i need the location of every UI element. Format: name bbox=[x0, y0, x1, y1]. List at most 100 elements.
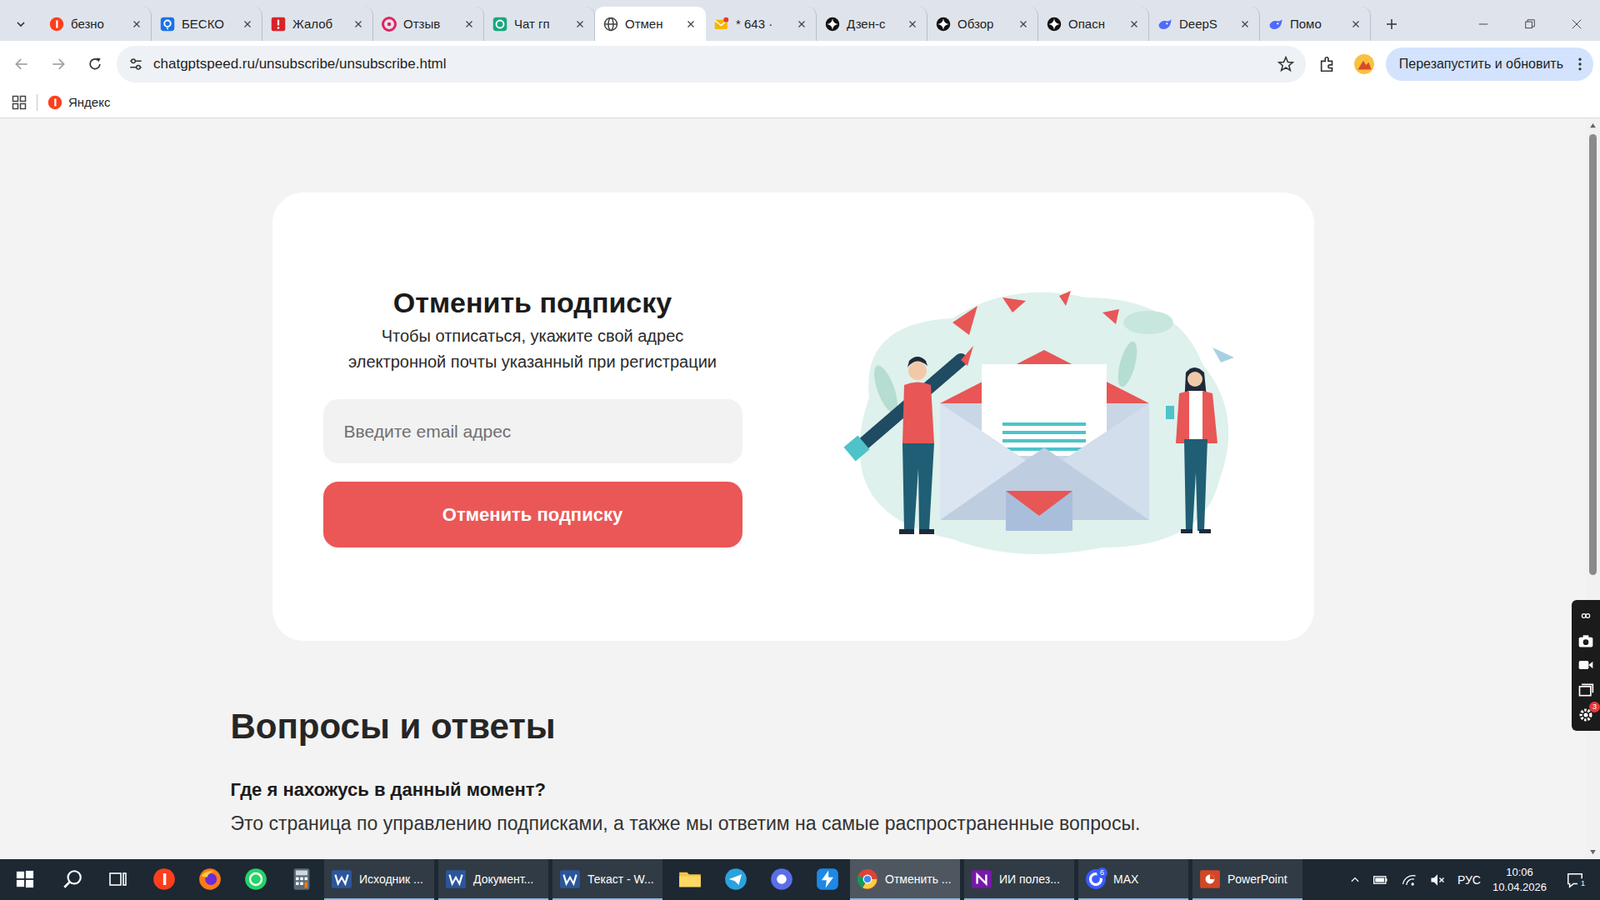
back-button[interactable] bbox=[6, 49, 37, 80]
close-icon bbox=[906, 18, 919, 30]
mail-icon bbox=[714, 16, 730, 32]
firefox-icon bbox=[198, 867, 222, 891]
browser-tab[interactable]: Дзен-с bbox=[816, 6, 928, 41]
taskbar-item[interactable]: Исходник ... bbox=[324, 859, 435, 900]
link-icon bbox=[1580, 610, 1592, 622]
reload-button[interactable] bbox=[80, 49, 110, 80]
browser-tab[interactable]: безно bbox=[40, 6, 152, 41]
yandex-browser-icon bbox=[152, 867, 176, 891]
subtitle-line: Чтобы отписаться, укажите свой адрес bbox=[323, 323, 743, 350]
browser-tab[interactable]: Чат гп bbox=[484, 6, 595, 41]
unsubscribe-button[interactable]: Отменить подписку bbox=[323, 481, 743, 548]
taskbar-label: Текаст - W... bbox=[587, 872, 655, 886]
browser-tab[interactable]: Жалоб bbox=[262, 6, 374, 41]
taskbar-item[interactable]: PowerPoint bbox=[1192, 859, 1303, 900]
yandex-icon bbox=[47, 95, 63, 110]
notifications-button[interactable]: 1 bbox=[1558, 863, 1592, 897]
browser-tab[interactable]: DeepS bbox=[1149, 6, 1260, 41]
taskbar-item[interactable] bbox=[95, 859, 141, 900]
tab-label: безно bbox=[70, 16, 125, 31]
close-icon bbox=[463, 18, 475, 30]
record-button[interactable] bbox=[1575, 655, 1596, 675]
tab-search-button[interactable] bbox=[0, 6, 41, 41]
arrow-left-icon bbox=[13, 55, 30, 73]
taskbar-item[interactable] bbox=[278, 859, 325, 900]
settings-button[interactable]: 3 bbox=[1575, 705, 1596, 725]
minimize-button[interactable] bbox=[1460, 6, 1507, 41]
clock[interactable]: 10:0610.04.2026 bbox=[1492, 865, 1547, 895]
envelope-illustration bbox=[835, 272, 1244, 561]
taskbar-item[interactable]: ИИ полез... bbox=[964, 859, 1075, 900]
background-blob bbox=[859, 292, 1229, 555]
close-icon bbox=[1017, 18, 1030, 30]
scroll-up-button[interactable] bbox=[1585, 118, 1600, 133]
taskbar-item[interactable]: Документ... bbox=[438, 859, 549, 900]
email-input[interactable] bbox=[323, 399, 743, 464]
tab-label: Помо bbox=[1290, 16, 1344, 31]
system-tray: РУС 10:0610.04.2026 1 bbox=[1349, 859, 1600, 900]
update-button[interactable]: Перезапустить и обновить bbox=[1385, 47, 1594, 81]
faq-section: Вопросы и ответыГде я нахожусь в данный … bbox=[230, 705, 1356, 837]
taskbar-item[interactable] bbox=[804, 859, 850, 900]
browser-tab[interactable]: Опасн bbox=[1038, 6, 1150, 41]
man-figure bbox=[843, 345, 973, 535]
screenshot-button[interactable] bbox=[1575, 630, 1596, 651]
browser-tab[interactable]: Отзыв bbox=[373, 6, 485, 41]
globe-icon bbox=[603, 16, 619, 32]
onenote-icon bbox=[970, 868, 993, 890]
windows-button[interactable] bbox=[1575, 680, 1596, 700]
close-icon bbox=[574, 18, 586, 30]
address-bar[interactable]: chatgptspeed.ru/unsubscribe/unsubscribe.… bbox=[116, 45, 1306, 83]
browser-tab[interactable]: Отмен bbox=[595, 6, 706, 41]
powerpoint-icon bbox=[1199, 868, 1221, 890]
taskbar-item[interactable] bbox=[712, 859, 759, 900]
chat-icon bbox=[492, 16, 508, 32]
taskbar-item[interactable] bbox=[0, 859, 50, 900]
taskbar-item[interactable]: Отменить ... bbox=[850, 859, 960, 900]
link-button[interactable] bbox=[1575, 605, 1596, 626]
tab-list: безно БЕСКОЖалобОтзывЧат гпОтмен * 643 · Дз… bbox=[40, 6, 1371, 41]
taskbar-item[interactable] bbox=[666, 859, 713, 900]
paper-planes bbox=[952, 290, 1235, 363]
taskbar-item[interactable] bbox=[49, 859, 95, 900]
bolt-app-icon bbox=[815, 867, 840, 891]
scroll-track[interactable] bbox=[1585, 132, 1600, 845]
tab-label: * 643 · bbox=[735, 16, 790, 31]
notifications-count: 1 bbox=[1577, 878, 1589, 890]
browser-tab[interactable]: Помо bbox=[1260, 6, 1371, 41]
taskbar-item[interactable] bbox=[186, 859, 233, 900]
taskbar-item[interactable] bbox=[232, 859, 279, 900]
browser-tab[interactable]: * 643 · bbox=[705, 6, 817, 41]
bookmark[interactable]: Яндекс bbox=[47, 95, 110, 110]
close-window-button[interactable] bbox=[1553, 6, 1600, 41]
taskbar-label: PowerPoint bbox=[1227, 872, 1288, 886]
taskbar-label: Отменить ... bbox=[885, 872, 952, 886]
windows-stack-icon bbox=[1577, 681, 1595, 699]
search-icon bbox=[61, 868, 84, 890]
minimize-icon bbox=[1477, 18, 1490, 30]
browser-tab[interactable]: Обзор bbox=[927, 6, 1039, 41]
scrollbar[interactable] bbox=[1585, 118, 1600, 860]
new-tab-button[interactable] bbox=[1370, 6, 1412, 41]
browser-tab[interactable]: БЕСКО bbox=[151, 6, 263, 41]
volume-muted-icon bbox=[1429, 871, 1446, 889]
star-icon bbox=[1277, 55, 1295, 73]
scroll-down-button[interactable] bbox=[1585, 845, 1600, 860]
taskbar-item[interactable] bbox=[140, 859, 187, 900]
extensions-button[interactable] bbox=[1312, 49, 1343, 80]
close-icon bbox=[1570, 18, 1583, 30]
profile-button[interactable] bbox=[1349, 49, 1380, 80]
language-indicator[interactable]: РУС bbox=[1457, 873, 1481, 887]
taskbar-item[interactable]: 6MAX bbox=[1078, 859, 1189, 900]
scroll-thumb[interactable] bbox=[1589, 134, 1597, 575]
desktop: безно БЕСКОЖалобОтзывЧат гпОтмен * 643 · Дз… bbox=[0, 0, 1600, 900]
envelope bbox=[940, 350, 1150, 531]
taskbar-item[interactable]: Текаст - W... bbox=[552, 859, 663, 900]
forward-button[interactable] bbox=[43, 49, 74, 80]
restore-icon bbox=[1524, 18, 1536, 30]
taskbar-item[interactable] bbox=[758, 859, 805, 900]
puzzle-icon bbox=[1318, 55, 1337, 74]
taskbar-label: ИИ полез... bbox=[999, 872, 1060, 886]
restore-button[interactable] bbox=[1506, 6, 1554, 41]
deepseek-icon bbox=[1157, 16, 1173, 32]
